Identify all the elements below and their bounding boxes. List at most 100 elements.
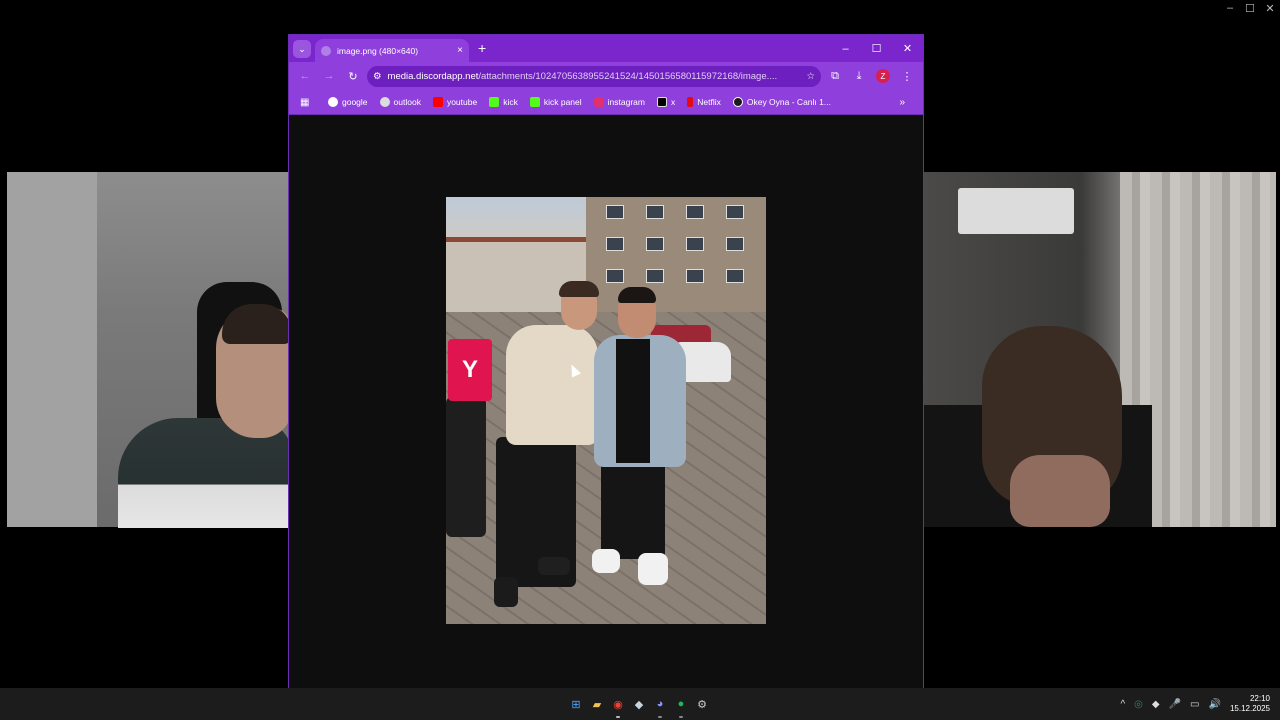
photo-delivery-box: Y	[448, 339, 492, 401]
reload-button[interactable]: ↻	[343, 66, 363, 86]
site-info-icon[interactable]: ⚙	[373, 71, 382, 82]
steam-tray-icon[interactable]: ◆	[1152, 699, 1160, 710]
clock[interactable]: 22:10 15.12.2025	[1230, 694, 1270, 714]
tab-close-icon[interactable]: ×	[457, 45, 463, 56]
bookmark-kick[interactable]: kick	[484, 97, 523, 107]
address-bar[interactable]: ⚙ media.discordapp.net/attachments/10247…	[367, 65, 821, 87]
microphone-icon[interactable]: 🎤	[1169, 699, 1181, 710]
kick-icon	[489, 97, 500, 107]
running-indicator	[616, 716, 620, 718]
bookmark-outlook[interactable]: outlook	[375, 97, 426, 107]
photo-window	[726, 237, 744, 251]
chrome-icon[interactable]: ◉	[610, 696, 626, 718]
google-icon	[328, 97, 338, 107]
steam-icon[interactable]: ◆	[631, 696, 647, 712]
bookmark-label: Netflix	[697, 97, 721, 107]
new-tab-button[interactable]: +	[478, 40, 486, 56]
menu-icon[interactable]: ⋮	[897, 66, 917, 86]
tab-search-button[interactable]: ⌄	[293, 40, 311, 58]
bookmark-google[interactable]: google	[323, 97, 373, 107]
volume-icon[interactable]: 🔊	[1209, 699, 1221, 710]
discord-glyph: ◕	[656, 698, 664, 710]
extensions-icon[interactable]: ⧉	[825, 66, 845, 86]
settings-icon[interactable]: ⚙	[694, 696, 710, 712]
url-text[interactable]: media.discordapp.net/attachments/1024705…	[388, 71, 801, 82]
browser-window-controls: – ☐ ✕	[830, 35, 923, 62]
minimize-icon[interactable]: –	[1220, 0, 1240, 16]
bookmark-star-icon[interactable]: ☆	[806, 71, 815, 82]
bookmark-label: x	[670, 97, 676, 107]
bookmark-label: outlook	[393, 97, 421, 107]
bookmark-instagram[interactable]: instagram	[589, 97, 650, 107]
file-explorer-icon[interactable]: ▰	[589, 696, 605, 712]
photo-person-1-shoe	[494, 577, 518, 607]
photo-person-2-shirt	[616, 339, 650, 463]
bookmark-x[interactable]: x	[652, 97, 680, 107]
minimize-button[interactable]: –	[830, 35, 861, 62]
photo-window	[726, 205, 744, 219]
chevron-up-icon[interactable]: ^	[1120, 699, 1125, 710]
apps-icon[interactable]: ▦	[295, 97, 313, 108]
youtube-icon	[432, 97, 443, 107]
profile-button[interactable]: Z	[873, 66, 893, 86]
clock-time: 22:10	[1249, 694, 1270, 703]
globe-icon	[321, 45, 331, 56]
settings-glyph: ⚙	[697, 698, 707, 711]
url-path: /attachments/1024705638955241524/1450156…	[478, 70, 778, 82]
back-button[interactable]: ←	[295, 66, 315, 86]
photo-window	[606, 237, 624, 251]
instagram-icon	[593, 97, 604, 107]
spotify-glyph: ●	[677, 698, 685, 710]
taskbar-apps: ⊞ ▰ ◉ ◆ ◕ ● ⚙	[568, 688, 710, 720]
photo-window	[726, 269, 744, 283]
photo-window	[646, 237, 664, 251]
bookmark-label: google	[342, 97, 368, 107]
chrome-glyph: ◉	[613, 698, 623, 711]
running-indicator	[679, 716, 683, 718]
bookmark-okey[interactable]: Okey Oyna - Canlı 1...	[728, 97, 836, 107]
webcam-right-person-face	[1010, 455, 1110, 527]
desktop: – ☐ ✕ ⌄ image.png (480×640) × + – ☐ ✕ ← …	[0, 0, 1280, 720]
photo-person-1-hair	[559, 281, 599, 297]
image-viewer: Y	[289, 116, 923, 688]
spotify-icon[interactable]: ●	[673, 696, 689, 718]
okey-icon	[732, 97, 743, 107]
photo-person-1-body	[506, 325, 598, 445]
taskbar: ⊞ ▰ ◉ ◆ ◕ ● ⚙ ^ ◎ ◆ 🎤 ▭ 🔊 22:10 15.12.20…	[0, 688, 1280, 720]
bookmark-netflix[interactable]: Netflix	[682, 97, 726, 107]
download-icon[interactable]: ⤓	[849, 66, 869, 86]
photo-window	[686, 205, 704, 219]
screen-window-controls: – ☐ ✕	[1220, 0, 1280, 16]
photo-person-2-shoe	[592, 549, 620, 573]
photo-person-2-shoe	[638, 553, 668, 585]
tray-app-icon[interactable]: ◎	[1134, 699, 1143, 710]
bookmark-youtube[interactable]: youtube	[428, 97, 482, 107]
close-button[interactable]: ✕	[892, 35, 923, 62]
running-indicator	[658, 716, 662, 718]
avatar: Z	[876, 69, 890, 83]
webcam-right-air-conditioner	[958, 188, 1074, 234]
more-bookmarks-icon[interactable]: »	[894, 97, 917, 108]
clock-date: 15.12.2025	[1229, 704, 1270, 713]
maximize-button[interactable]: ☐	[861, 35, 892, 62]
network-icon[interactable]: ▭	[1190, 699, 1199, 710]
tab-image[interactable]: image.png (480×640) ×	[315, 39, 469, 62]
file-explorer-glyph: ▰	[592, 698, 602, 711]
tab-title: image.png (480×640)	[337, 45, 419, 56]
discord-icon[interactable]: ◕	[652, 696, 668, 718]
bookmarks-bar: ▦ google outlook youtube kick kick panel…	[289, 90, 923, 115]
photo-window	[686, 237, 704, 251]
photo-window	[646, 269, 664, 283]
forward-button[interactable]: →	[319, 66, 339, 86]
start-icon[interactable]: ⊞	[568, 696, 584, 712]
maximize-icon[interactable]: ☐	[1240, 0, 1260, 16]
bookmark-label: youtube	[446, 97, 478, 107]
photo-window	[606, 269, 624, 283]
displayed-image[interactable]: Y	[446, 197, 766, 624]
globe-icon	[379, 97, 390, 107]
browser-window: ⌄ image.png (480×640) × + – ☐ ✕ ← → ↻ ⚙ …	[288, 34, 924, 688]
close-icon[interactable]: ✕	[1260, 0, 1280, 16]
start-glyph: ⊞	[571, 698, 581, 711]
photo-motorcycle	[446, 397, 486, 537]
bookmark-kick-panel[interactable]: kick panel	[525, 97, 587, 107]
